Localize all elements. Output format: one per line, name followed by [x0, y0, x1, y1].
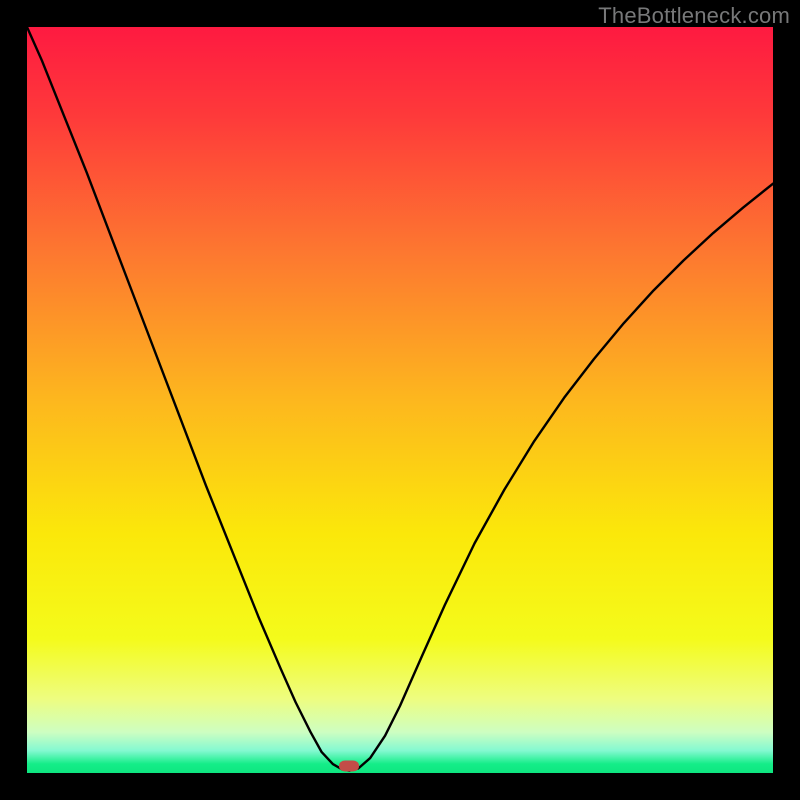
bottleneck-curve — [27, 27, 773, 773]
plot-area — [27, 27, 773, 773]
watermark-text: TheBottleneck.com — [598, 3, 790, 29]
optimal-marker — [339, 760, 359, 771]
chart-frame: TheBottleneck.com — [0, 0, 800, 800]
